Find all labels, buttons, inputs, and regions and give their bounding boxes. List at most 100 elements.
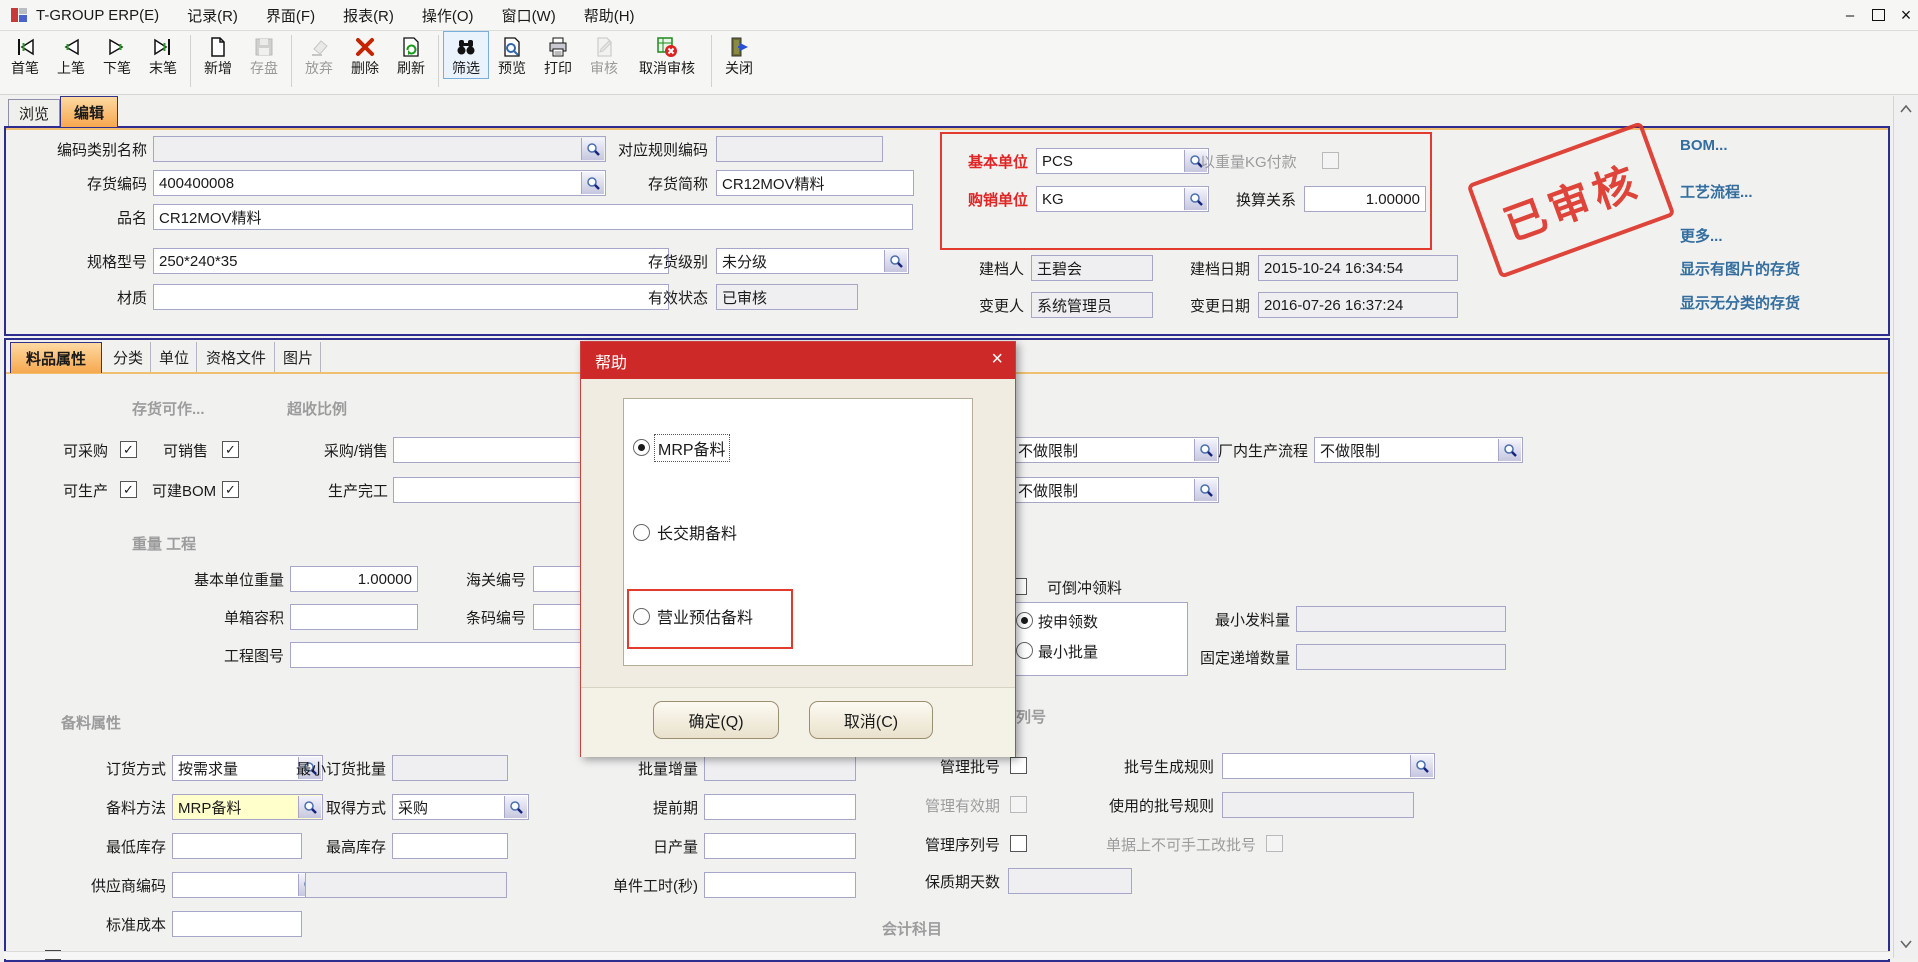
section-usable: 存货可作... — [132, 398, 205, 419]
tab-classification[interactable]: 分类 — [106, 342, 151, 372]
audit-icon — [592, 34, 616, 60]
create-date-label: 建档日期 — [1156, 255, 1250, 281]
modifier-label: 变更人 — [940, 292, 1024, 318]
menu-help[interactable]: 帮助(H) — [584, 5, 635, 26]
print-button[interactable]: 打印 — [535, 31, 581, 79]
code-category-combo[interactable] — [153, 136, 606, 162]
scroll-down-icon[interactable] — [1896, 934, 1916, 954]
maximize-icon — [1872, 9, 1885, 21]
last-record-button[interactable]: 末笔 — [140, 31, 186, 79]
lookup-icon[interactable] — [1194, 479, 1217, 501]
lookup-icon[interactable] — [1498, 439, 1521, 461]
minimize-button[interactable]: – — [1838, 4, 1862, 26]
section-serial-partial: 列号 — [1016, 706, 1046, 727]
first-record-button[interactable]: 首笔 — [2, 31, 48, 79]
lead-time-field[interactable] — [704, 794, 856, 820]
produce-done-label: 生产完工 — [300, 477, 388, 503]
prev-record-icon — [59, 34, 83, 60]
preview-button[interactable]: 预览 — [489, 31, 535, 79]
obtain-mode-combo[interactable]: 采购 — [392, 794, 529, 820]
purchase-unit-combo[interactable]: KG — [1036, 186, 1209, 212]
used-lot-rule-field — [1222, 792, 1414, 818]
product-name-field[interactable]: CR12MOV精料 — [153, 204, 913, 230]
manage-serial-checkbox[interactable] — [1010, 835, 1027, 852]
scroll-up-icon[interactable] — [1896, 99, 1916, 119]
factory-flow-combo[interactable]: 不做限制 — [1314, 437, 1523, 463]
manage-lot-checkbox[interactable] — [1010, 757, 1027, 774]
manage-serial-label: 管理序列号 — [918, 831, 1000, 857]
close-window-button[interactable]: × — [1894, 4, 1918, 26]
box-volume-field[interactable] — [290, 604, 418, 630]
can-sell-checkbox[interactable]: ✓ — [222, 441, 239, 458]
conversion-field[interactable]: 1.00000 — [1304, 186, 1426, 212]
tab-edit[interactable]: 编辑 — [60, 96, 118, 127]
link-bom[interactable]: BOM... — [1680, 137, 1728, 154]
link-show-unclassified[interactable]: 显示无分类的存货 — [1680, 292, 1800, 313]
by-requested-radio[interactable] — [1016, 612, 1033, 629]
lot-rule-label: 批号生成规则 — [1102, 753, 1214, 779]
menu-record[interactable]: 记录(R) — [187, 5, 238, 26]
link-process-flow[interactable]: 工艺流程... — [1680, 181, 1753, 202]
cancel-audit-icon — [655, 34, 679, 60]
maximize-button[interactable] — [1866, 4, 1890, 26]
menu-report[interactable]: 报表(R) — [343, 5, 394, 26]
inv-short-field[interactable]: CR12MOV精料 — [716, 170, 914, 196]
link-show-with-images[interactable]: 显示有图片的存货 — [1680, 258, 1800, 279]
tab-browse[interactable]: 浏览 — [8, 99, 60, 127]
filter-button[interactable]: 筛选 — [443, 31, 489, 79]
dialog-close-icon[interactable]: × — [991, 348, 1003, 371]
close-form-button[interactable]: 关闭 — [716, 31, 762, 79]
max-stock-field[interactable] — [392, 833, 508, 859]
restriction-combo-2[interactable]: 不做限制 — [1012, 477, 1219, 503]
menu-window[interactable]: 窗口(W) — [502, 5, 556, 26]
option-mrp-label[interactable]: MRP备料 — [655, 435, 729, 461]
product-name-label: 品名 — [14, 204, 147, 230]
menu-app[interactable]: T-GROUP ERP(E) — [36, 7, 159, 24]
std-cost-field[interactable] — [172, 911, 302, 937]
lookup-icon[interactable] — [884, 250, 907, 272]
option-mrp-radio[interactable] — [633, 439, 650, 456]
vertical-scrollbar[interactable] — [1893, 96, 1918, 958]
menu-interface[interactable]: 界面(F) — [266, 5, 315, 26]
tab-material-props[interactable]: 料品属性 — [10, 342, 102, 373]
daily-output-field[interactable] — [704, 833, 856, 859]
can-purchase-checkbox[interactable]: ✓ — [120, 441, 137, 458]
base-unit-weight-field[interactable]: 1.00000 — [290, 566, 418, 592]
inv-code-combo[interactable]: 400400008 — [153, 170, 606, 196]
cancel-audit-button[interactable]: 取消审核 — [627, 31, 707, 79]
lot-rule-combo[interactable] — [1222, 753, 1435, 779]
cancel-button[interactable]: 取消(C) — [809, 701, 933, 739]
lookup-icon[interactable] — [1410, 755, 1433, 777]
fixed-increment-field — [1296, 644, 1506, 670]
delete-button[interactable]: 删除 — [342, 31, 388, 79]
ok-button[interactable]: 确定(Q) — [653, 701, 779, 739]
option-long-lead-radio[interactable] — [633, 524, 650, 541]
section-over-ratio: 超收比例 — [287, 398, 347, 419]
refresh-button[interactable]: 刷新 — [388, 31, 434, 79]
section-account: 会计科目 — [882, 918, 942, 939]
tab-image[interactable]: 图片 — [276, 342, 321, 372]
menu-bar: T-GROUP ERP(E) 记录(R) 界面(F) 报表(R) 操作(O) 窗… — [0, 0, 1918, 31]
unit-hours-field[interactable] — [704, 872, 856, 898]
tab-qualification[interactable]: 资格文件 — [198, 342, 275, 372]
supplier-code-combo[interactable] — [172, 872, 323, 898]
link-more[interactable]: 更多... — [1680, 225, 1723, 246]
inv-short-label: 存货简称 — [560, 170, 708, 196]
by-requested-label: 按申领数 — [1038, 608, 1098, 634]
option-long-lead-label[interactable]: 长交期备料 — [657, 520, 737, 544]
prev-record-button[interactable]: 上笔 — [48, 31, 94, 79]
lookup-icon[interactable] — [504, 796, 527, 818]
can-bom-checkbox[interactable]: ✓ — [222, 481, 239, 498]
can-produce-checkbox[interactable]: ✓ — [120, 481, 137, 498]
base-unit-combo[interactable]: PCS — [1036, 148, 1209, 174]
min-batch-radio[interactable] — [1016, 642, 1033, 659]
new-button[interactable]: 新增 — [195, 31, 241, 79]
tab-unit[interactable]: 单位 — [152, 342, 197, 372]
inv-level-combo[interactable]: 未分级 — [716, 248, 909, 274]
new-document-icon — [206, 34, 230, 60]
restriction-combo-1[interactable]: 不做限制 — [1012, 437, 1219, 463]
next-record-button[interactable]: 下笔 — [94, 31, 140, 79]
menu-operation[interactable]: 操作(O) — [422, 5, 474, 26]
dialog-title-bar[interactable]: 帮助 — [581, 342, 1015, 379]
modifier-field: 系统管理员 — [1031, 292, 1153, 318]
